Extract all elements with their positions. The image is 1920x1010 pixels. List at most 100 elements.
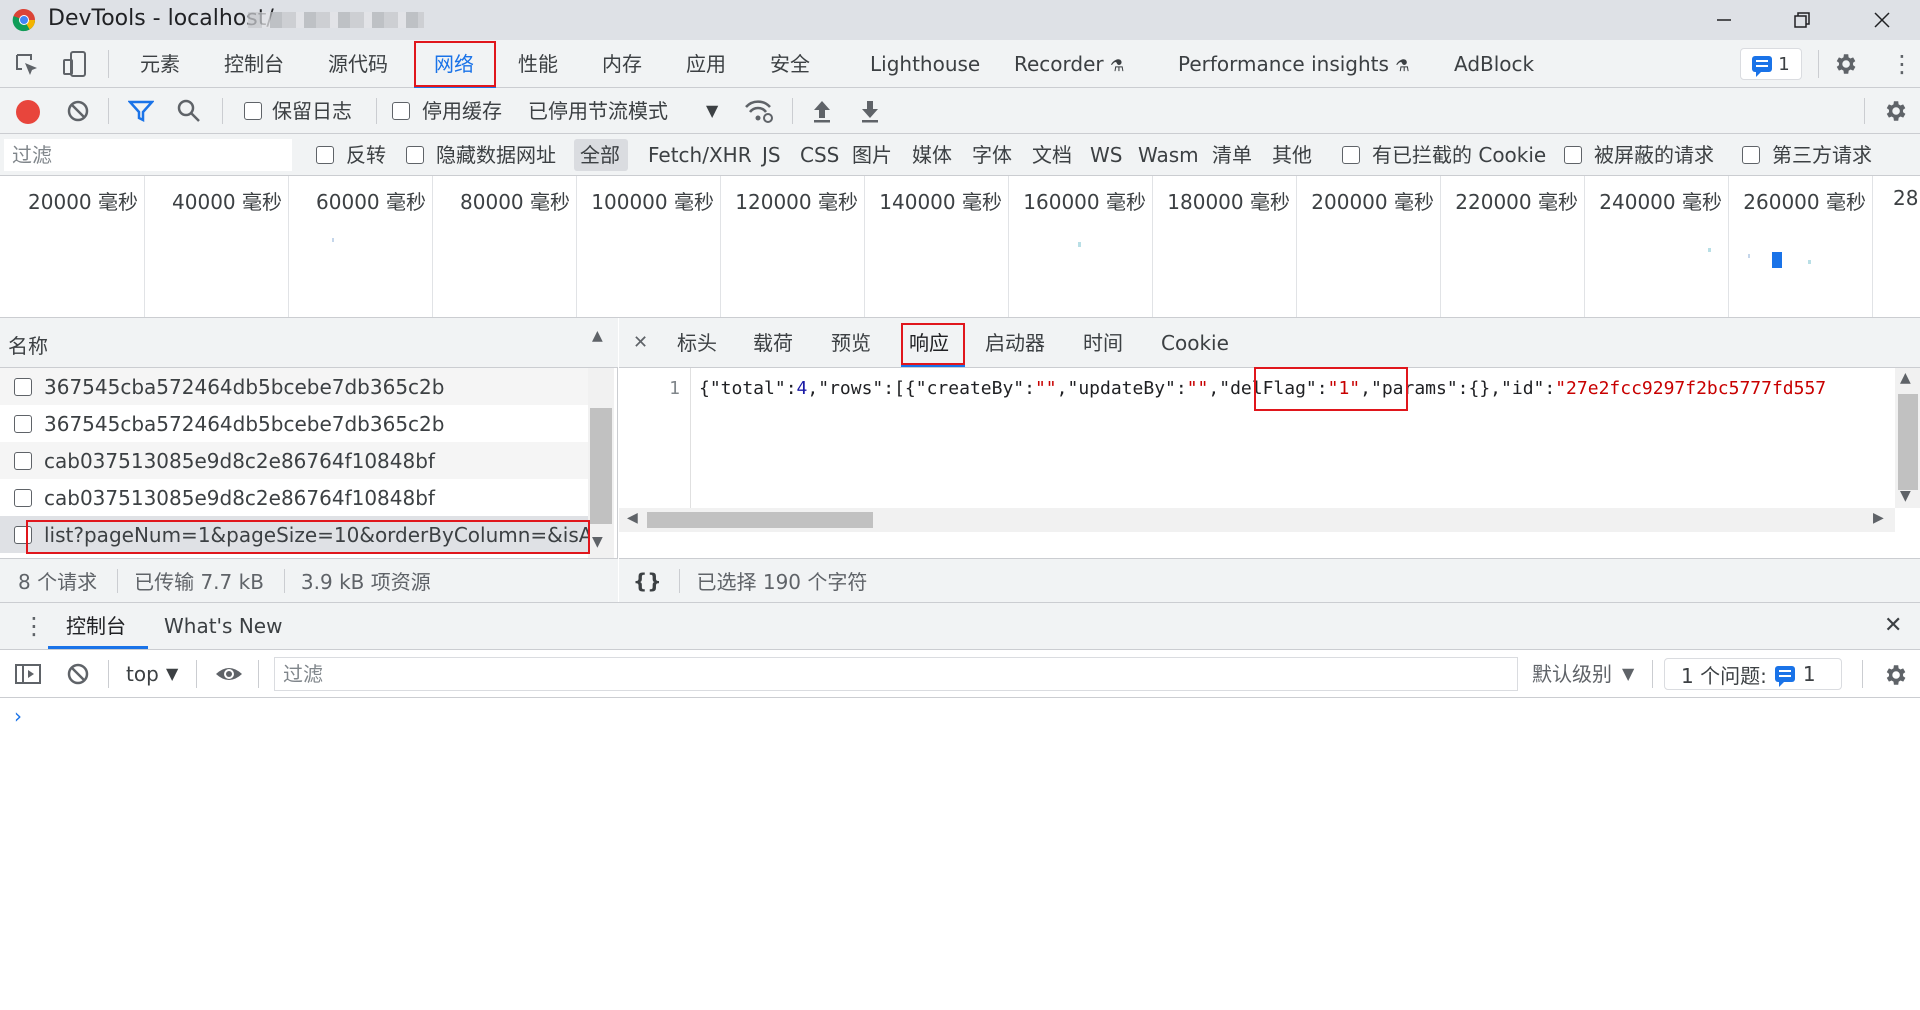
divider: [376, 98, 377, 124]
drawer-tab-whats-new[interactable]: What's New: [164, 603, 282, 649]
disable-cache-checkbox[interactable]: [392, 102, 410, 120]
filter-icon[interactable]: [128, 99, 154, 123]
tab-lighthouse[interactable]: Lighthouse: [870, 40, 980, 88]
tab-console[interactable]: 控制台: [224, 40, 284, 88]
timeline-tick: 28: [1873, 176, 1920, 317]
scroll-up-icon[interactable]: ▲: [1900, 370, 1911, 386]
chrome-logo-icon: [12, 8, 36, 37]
scroll-left-icon[interactable]: ◀: [627, 510, 638, 526]
tab-adblock[interactable]: AdBlock: [1454, 40, 1534, 88]
close-window-button[interactable]: [1852, 0, 1912, 40]
tab-headers[interactable]: 标头: [677, 318, 717, 368]
request-row[interactable]: 367545cba572464db5bcebe7db365c2b: [0, 368, 588, 405]
context-dropdown-arrow-icon[interactable]: ▼: [166, 650, 178, 698]
hide-data-urls-checkbox[interactable]: [406, 146, 424, 164]
network-settings-gear-icon[interactable]: [1882, 98, 1908, 124]
pretty-print-icon[interactable]: {}: [619, 569, 679, 593]
issues-badge-button[interactable]: 1: [1740, 48, 1802, 80]
type-filter-other[interactable]: 其他: [1272, 134, 1312, 176]
network-filter-input[interactable]: 过滤: [4, 139, 292, 171]
drawer-tab-console[interactable]: 控制台: [66, 603, 126, 649]
type-filter-doc[interactable]: 文档: [1032, 134, 1072, 176]
minimize-button[interactable]: [1694, 0, 1754, 40]
tab-network[interactable]: 网络: [434, 40, 474, 88]
context-selector[interactable]: top: [126, 650, 159, 698]
divider: [1864, 98, 1865, 124]
show-sidebar-icon[interactable]: [14, 662, 42, 686]
invert-checkbox[interactable]: [316, 146, 334, 164]
blocked-cookies-checkbox[interactable]: [1342, 146, 1360, 164]
log-levels-dropdown-arrow-icon[interactable]: ▼: [1622, 650, 1634, 698]
tab-application[interactable]: 应用: [686, 40, 726, 88]
type-filter-fetch-xhr[interactable]: Fetch/XHR: [648, 134, 752, 176]
response-horizontal-scrollbar-thumb[interactable]: [647, 512, 873, 528]
scroll-down-icon[interactable]: ▼: [1900, 488, 1911, 504]
settings-gear-icon[interactable]: [1832, 51, 1858, 77]
import-har-icon[interactable]: [810, 98, 834, 124]
request-detail-tabs: ✕ 标头 载荷 预览 响应 启动器 时间 Cookie: [619, 318, 1920, 368]
tab-initiator[interactable]: 启动器: [985, 318, 1045, 368]
throttling-select[interactable]: 已停用节流模式: [528, 88, 668, 134]
tab-sources[interactable]: 源代码: [328, 40, 388, 88]
type-filter-font[interactable]: 字体: [972, 134, 1012, 176]
response-vertical-scrollbar-thumb[interactable]: [1898, 394, 1918, 490]
preserve-log-checkbox[interactable]: [244, 102, 262, 120]
console-prompt-chevron-icon: ›: [14, 704, 22, 728]
network-overview-timeline[interactable]: 20000 毫秒 40000 毫秒 60000 毫秒 80000 毫秒 1000…: [0, 176, 1920, 318]
type-filter-js[interactable]: JS: [762, 134, 781, 176]
close-details-icon[interactable]: ✕: [633, 318, 648, 368]
tab-security[interactable]: 安全: [770, 40, 810, 88]
request-list-header[interactable]: 名称 ▲: [0, 318, 618, 368]
type-filter-all[interactable]: 全部: [580, 134, 620, 176]
blocked-requests-checkbox[interactable]: [1564, 146, 1582, 164]
type-filter-css[interactable]: CSS: [800, 134, 839, 176]
console-output[interactable]: ›: [0, 698, 1920, 1010]
type-filter-ws[interactable]: WS: [1090, 134, 1122, 176]
third-party-checkbox[interactable]: [1742, 146, 1760, 164]
drawer-menu-icon[interactable]: ⋮: [22, 603, 46, 649]
tab-cookies[interactable]: Cookie: [1161, 318, 1229, 368]
tab-response[interactable]: 响应: [909, 318, 949, 368]
request-row[interactable]: cab037513085e9d8c2e86764f10848bf: [0, 442, 588, 479]
tab-timing[interactable]: 时间: [1083, 318, 1123, 368]
request-row-selected[interactable]: list?pageNum=1&pageSize=10&orderByColumn…: [0, 516, 588, 553]
type-filter-media[interactable]: 媒体: [912, 134, 952, 176]
request-row[interactable]: 367545cba572464db5bcebe7db365c2b: [0, 405, 588, 442]
tab-preview[interactable]: 预览: [831, 318, 871, 368]
tab-performance-insights[interactable]: Performance insights ⚗: [1178, 40, 1410, 88]
request-list-scrollbar-thumb[interactable]: [590, 408, 612, 524]
scroll-right-icon[interactable]: ▶: [1873, 510, 1884, 526]
divider: [1652, 660, 1653, 688]
export-har-icon[interactable]: [858, 98, 882, 124]
tab-payload[interactable]: 载荷: [753, 318, 793, 368]
log-levels-select[interactable]: 默认级别: [1532, 650, 1612, 698]
clear-console-icon[interactable]: [66, 662, 90, 686]
maximize-button[interactable]: [1772, 0, 1832, 40]
eye-icon[interactable]: [214, 662, 244, 686]
console-filter-input[interactable]: 过滤: [274, 657, 1518, 691]
device-toolbar-icon[interactable]: [62, 50, 88, 78]
response-code-viewer[interactable]: 1 {"total":4,"rows":[{"createBy":"","upd…: [619, 368, 1895, 508]
tab-recorder[interactable]: Recorder ⚗: [1014, 40, 1124, 88]
tab-elements[interactable]: 元素: [140, 40, 180, 88]
close-drawer-icon[interactable]: ✕: [1884, 603, 1902, 649]
network-conditions-icon[interactable]: [744, 98, 774, 124]
throttling-dropdown-arrow-icon[interactable]: ▼: [706, 88, 718, 134]
tab-performance[interactable]: 性能: [518, 40, 558, 88]
console-settings-gear-icon[interactable]: [1882, 662, 1908, 688]
search-icon[interactable]: [176, 98, 202, 124]
divider: [108, 98, 109, 124]
more-options-icon[interactable]: ⋮: [1890, 50, 1914, 78]
scroll-down-icon[interactable]: ▼: [592, 534, 603, 550]
tab-memory[interactable]: 内存: [602, 40, 642, 88]
type-filter-manifest[interactable]: 清单: [1212, 134, 1252, 176]
console-issues-button[interactable]: 1 个问题: 1: [1664, 658, 1842, 690]
request-row[interactable]: cab037513085e9d8c2e86764f10848bf: [0, 479, 588, 516]
record-button[interactable]: [16, 100, 40, 124]
inspect-element-icon[interactable]: [14, 52, 40, 78]
type-filter-img[interactable]: 图片: [852, 134, 892, 176]
clear-icon[interactable]: [66, 99, 90, 123]
timeline-tick: 260000 毫秒: [1729, 176, 1873, 317]
console-toolbar: top ▼ 过滤 默认级别 ▼ 1 个问题: 1: [0, 650, 1920, 698]
type-filter-wasm[interactable]: Wasm: [1138, 134, 1199, 176]
